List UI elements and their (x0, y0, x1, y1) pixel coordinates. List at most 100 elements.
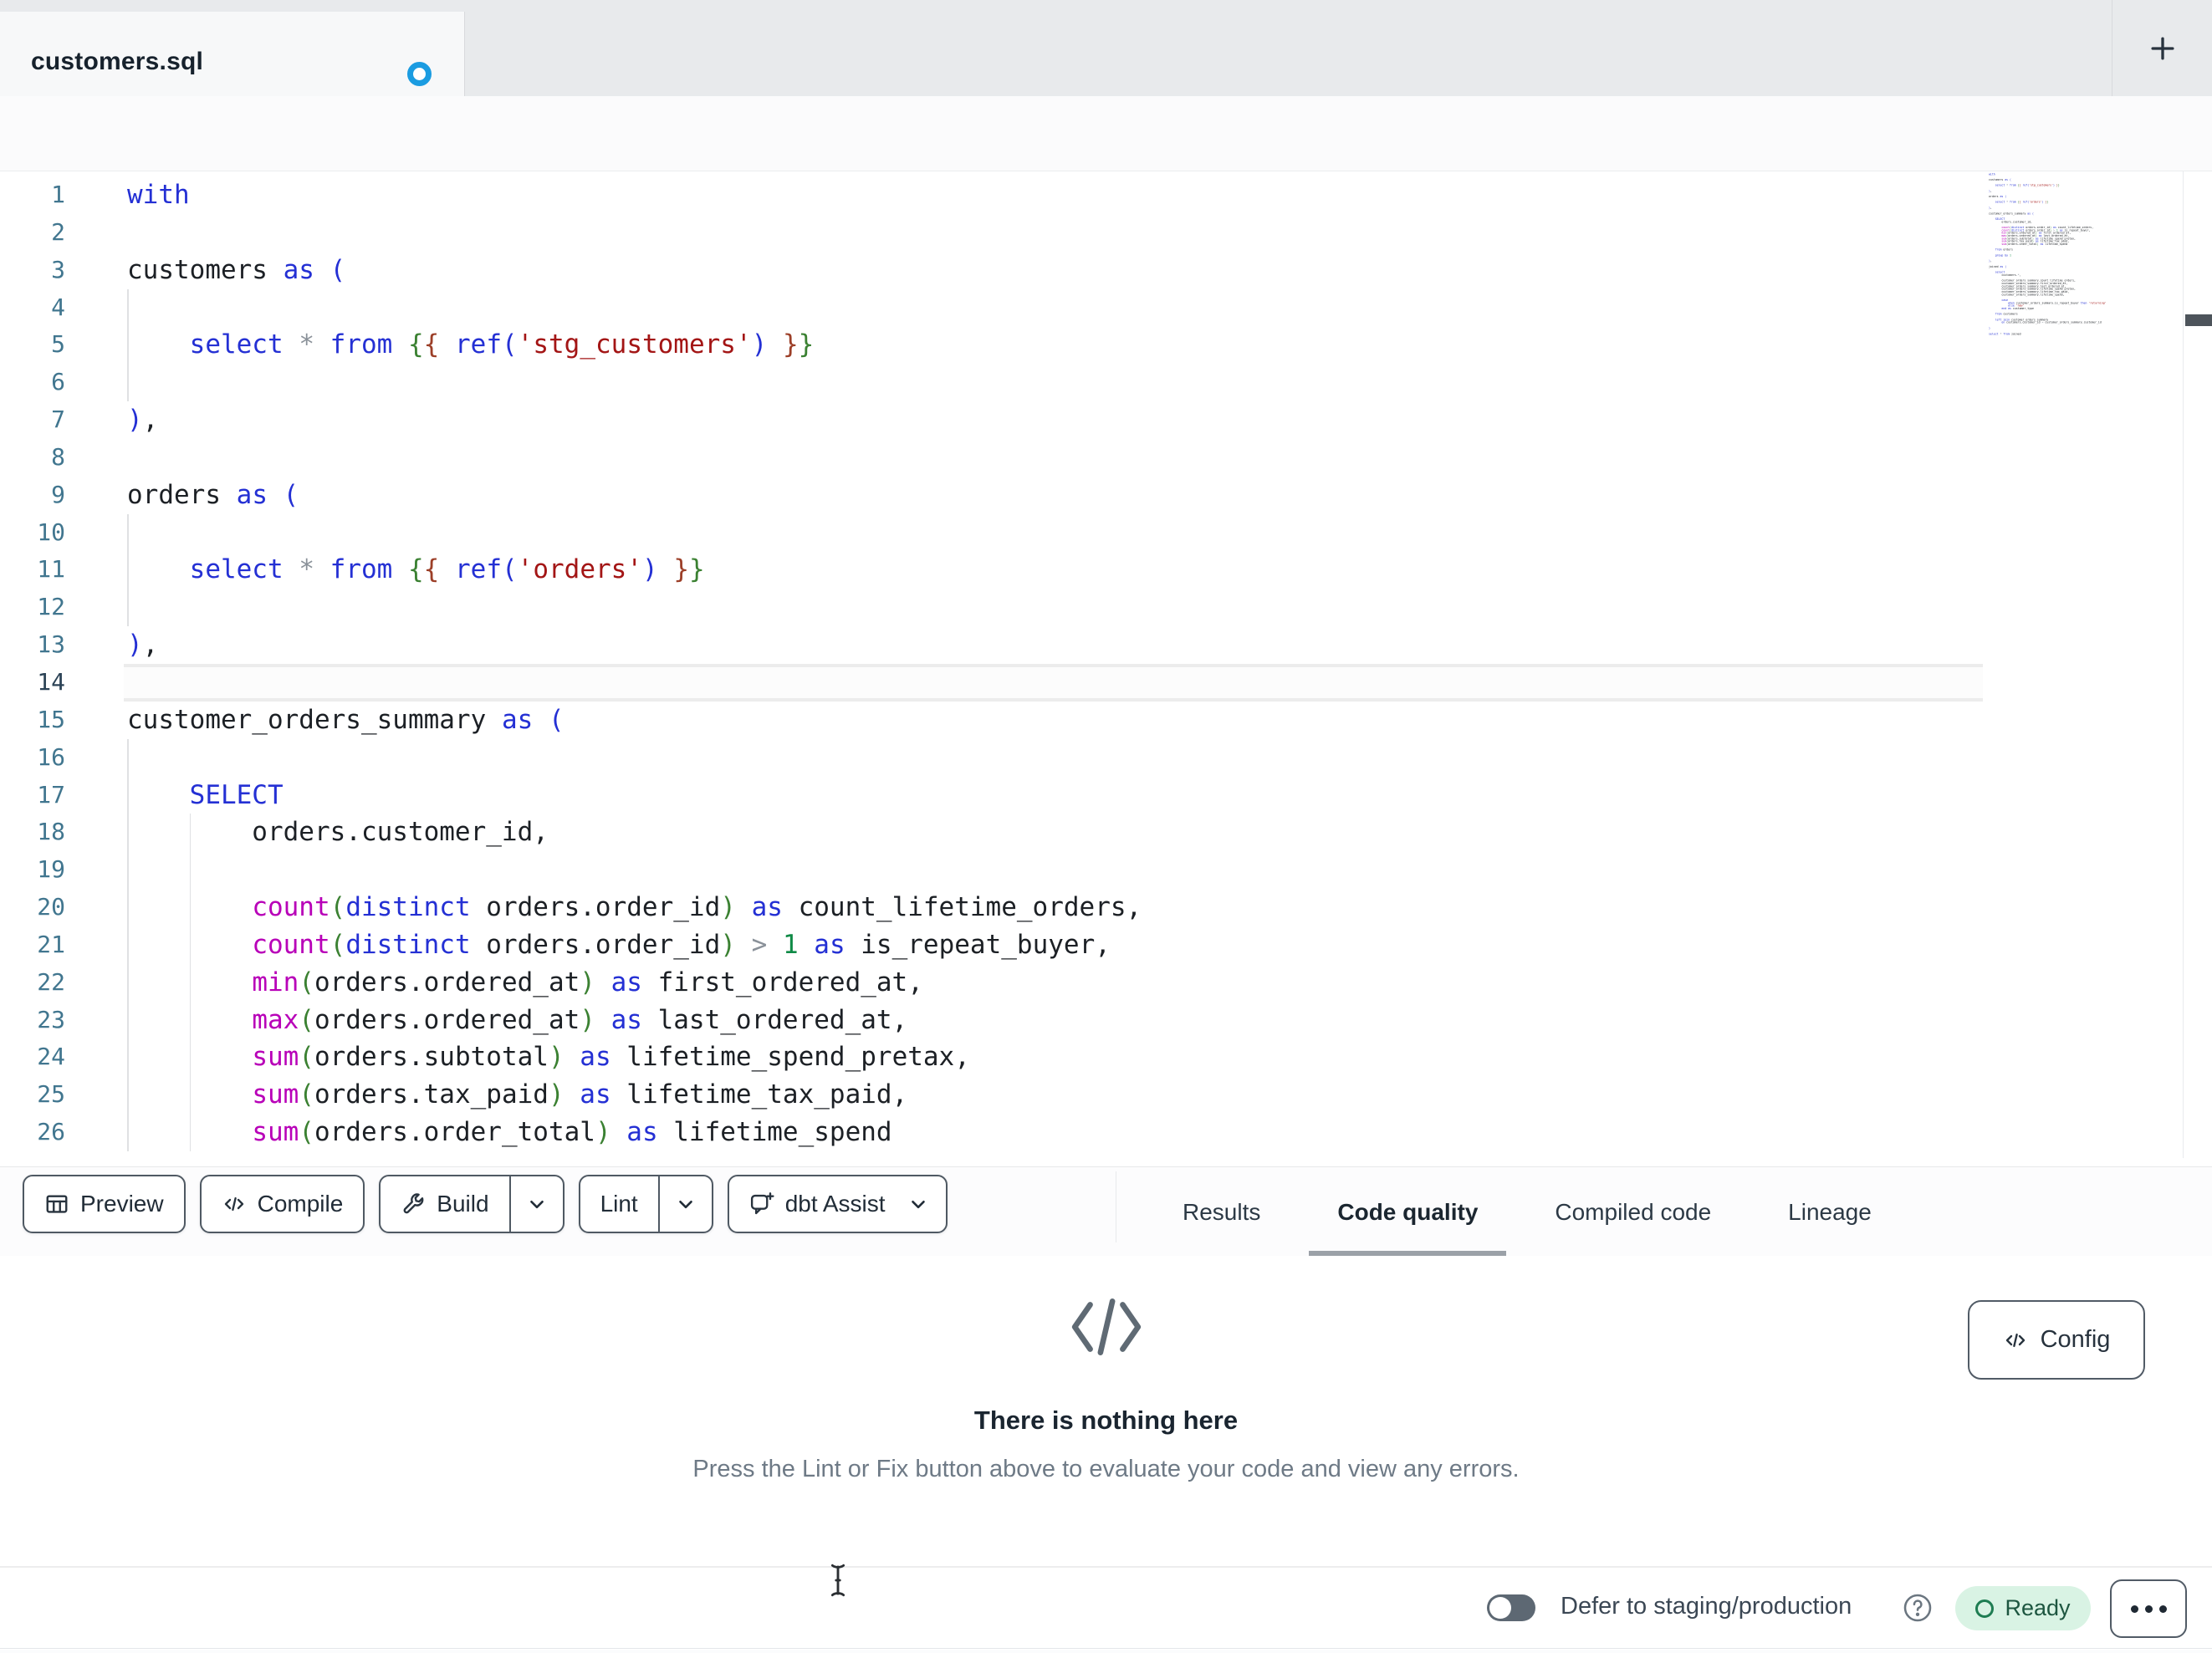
code-icon (2003, 1328, 2028, 1353)
line-number[interactable]: 6 (0, 364, 65, 401)
indent-guide (189, 851, 192, 890)
line-number[interactable]: 26 (0, 1114, 65, 1151)
indent-guide (127, 288, 129, 327)
code-line-25[interactable]: 25 sum(orders.tax_paid) as lifetime_tax_… (0, 1076, 2212, 1115)
line-number[interactable]: 25 (0, 1076, 65, 1114)
preview-button[interactable]: Preview (23, 1175, 186, 1233)
line-number[interactable]: 7 (0, 401, 65, 439)
line-number[interactable]: 20 (0, 889, 65, 926)
line-number[interactable]: 3 (0, 252, 65, 289)
code-editor[interactable]: 1 with 2 3 customers as (4 5 select * from {{… (0, 171, 2212, 1331)
line-number[interactable]: 21 (0, 926, 65, 964)
tab-code-quality[interactable]: Code quality (1309, 1167, 1507, 1257)
line-number[interactable]: 2 (0, 214, 65, 252)
line-number[interactable]: 22 (0, 964, 65, 1002)
code-line-3[interactable]: 3 customers as ( (0, 252, 2212, 289)
indent-guide (127, 738, 129, 777)
button-label: Build (437, 1191, 489, 1217)
line-number[interactable]: 12 (0, 589, 65, 626)
toggle-knob (1489, 1597, 1511, 1619)
status-ring-icon (1975, 1599, 1995, 1618)
line-number[interactable]: 11 (0, 551, 65, 589)
line-number[interactable]: 14 (0, 664, 65, 702)
config-button[interactable]: Config (1968, 1300, 2145, 1380)
code-line-24[interactable]: 24 sum(orders.subtotal) as lifetime_spen… (0, 1038, 2212, 1077)
code-quality-panel: There is nothing here Press the Lint or … (0, 1256, 2212, 1566)
code-line-10[interactable]: 10 (0, 513, 2212, 552)
code-line-9[interactable]: 9 orders as ( (0, 477, 2212, 514)
code-line-23[interactable]: 23 max(orders.ordered_at) as last_ordere… (0, 1001, 2212, 1039)
line-number[interactable]: 23 (0, 1002, 65, 1039)
code-line-18[interactable]: 18 orders.customer_id, (0, 814, 2212, 852)
code-line-6[interactable]: 6 (0, 364, 2212, 402)
minimap[interactable]: with customers as ( select * from {{ ref… (1989, 173, 2183, 365)
line-number[interactable]: 16 (0, 739, 65, 777)
chevron-down-icon[interactable] (906, 1176, 946, 1232)
help-icon[interactable] (1903, 1593, 1933, 1627)
empty-state: There is nothing here Press the Lint or … (0, 1296, 2212, 1483)
config-button-label: Config (2040, 1326, 2111, 1353)
dbt-assist-button[interactable]: dbt Assist (727, 1175, 948, 1233)
line-number[interactable]: 15 (0, 702, 65, 739)
toolbar-buttons: Preview Compile Build Lint dbt Assist (23, 1175, 948, 1233)
code-slash-icon (1068, 1298, 1145, 1361)
minimap-divider (2183, 171, 2184, 1158)
panel-tabs: Results Code quality Compiled code Lineage (1154, 1167, 1900, 1257)
file-tab-customers-sql[interactable]: customers.sql (0, 12, 465, 96)
more-options-button[interactable] (2110, 1579, 2187, 1638)
code-line-13[interactable]: 13), (0, 626, 2212, 664)
line-number[interactable]: 9 (0, 477, 65, 514)
editor-scrollbar-thumb[interactable] (2185, 314, 2212, 326)
compile-button[interactable]: Compile (199, 1175, 365, 1233)
line-number[interactable]: 19 (0, 851, 65, 889)
code-line-1[interactable]: 1 with (0, 176, 2212, 214)
tab-results[interactable]: Results (1154, 1167, 1289, 1257)
code-line-11[interactable]: 11 select * from {{ ref('orders') }} (0, 551, 2212, 589)
code-line-16[interactable]: 16 (0, 738, 2212, 777)
wrench-icon (401, 1191, 426, 1217)
line-number[interactable]: 4 (0, 289, 65, 327)
code-icon (222, 1191, 247, 1217)
code-line-17[interactable]: 17 SELECT (0, 776, 2212, 814)
line-number[interactable]: 24 (0, 1038, 65, 1076)
code-line-8[interactable]: 8 (0, 439, 2212, 477)
line-number[interactable]: 13 (0, 626, 65, 664)
line-number[interactable]: 10 (0, 514, 65, 552)
code-line-21[interactable]: 21 count(distinct orders.order_id) > 1 a… (0, 926, 2212, 964)
line-number[interactable]: 18 (0, 814, 65, 851)
code-line-2[interactable]: 2 (0, 214, 2212, 252)
unsaved-changes-dot-icon (407, 62, 432, 86)
chevron-down-icon[interactable] (508, 1176, 563, 1232)
line-number[interactable]: 5 (0, 326, 65, 364)
chevron-down-icon[interactable] (657, 1176, 712, 1232)
code-line-4[interactable]: 4 (0, 288, 2212, 327)
code-line-12[interactable]: 12 (0, 589, 2212, 627)
build-button[interactable]: Build (379, 1175, 564, 1233)
tab-lineage[interactable]: Lineage (1760, 1167, 1900, 1257)
code-line-5[interactable]: 5 select * from {{ ref('stg_customers') … (0, 326, 2212, 365)
code-line-19[interactable]: 19 (0, 851, 2212, 890)
defer-toggle[interactable] (1487, 1594, 1535, 1621)
code-line-20[interactable]: 20 count(distinct orders.order_id) as co… (0, 889, 2212, 926)
editor-tab-bar: customers.sql (0, 0, 2212, 97)
code-line-26[interactable]: 26 sum(orders.order_total) as lifetime_s… (0, 1114, 2212, 1151)
file-tab-title: customers.sql (31, 47, 204, 75)
lint-button[interactable]: Lint (578, 1175, 713, 1233)
code-line-15[interactable]: 15 customer_orders_summary as ( (0, 702, 2212, 739)
dbt-cloud-ide: { "window": { "tab_title": "customers.sq… (0, 0, 2212, 1653)
code-line-14[interactable]: 14 (0, 663, 2212, 702)
status-badge[interactable]: Ready (1955, 1586, 2091, 1630)
line-number[interactable]: 8 (0, 439, 65, 477)
code-line-7[interactable]: 7), (0, 401, 2212, 439)
new-tab-button[interactable] (2146, 32, 2179, 65)
indent-guide (127, 851, 129, 890)
code-lines[interactable]: 1 with 2 3 customers as (4 5 select * from {{… (0, 176, 2212, 1151)
empty-state-title: There is nothing here (973, 1406, 1239, 1435)
empty-state-subtitle: Press the Lint or Fix button above to ev… (692, 1456, 1520, 1482)
code-line-22[interactable]: 22 min(orders.ordered_at) as first_order… (0, 963, 2212, 1002)
tab-compiled-code[interactable]: Compiled code (1526, 1167, 1739, 1257)
line-number[interactable]: 17 (0, 777, 65, 814)
button-label: dbt Assist (784, 1191, 886, 1217)
line-number[interactable]: 1 (0, 176, 65, 214)
defer-toggle-label: Defer to staging/production (1561, 1593, 1852, 1620)
